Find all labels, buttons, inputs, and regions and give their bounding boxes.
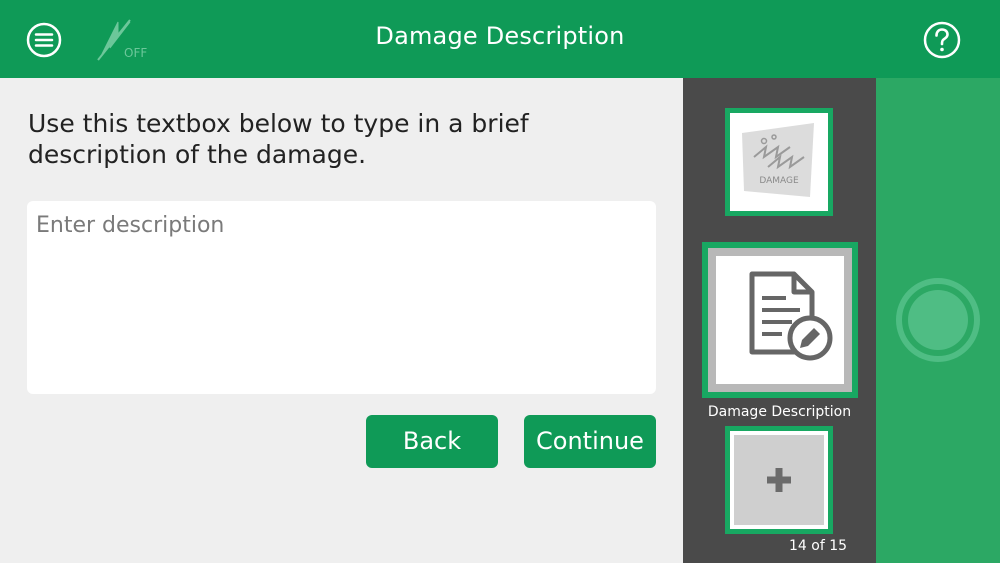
main-panel: Use this textbox below to type in a brie… <box>0 78 683 563</box>
capture-strip <box>876 78 1000 563</box>
description-textbox[interactable] <box>27 201 656 394</box>
page-title: Damage Description <box>375 22 625 50</box>
header-bar: OFF Damage Description <box>0 0 1000 78</box>
shutter-core <box>908 290 968 350</box>
instructions-text: Use this textbox below to type in a brie… <box>28 109 529 169</box>
add-plus-icon <box>734 435 824 525</box>
thumbnail-damage[interactable]: DAMAGE <box>725 108 833 216</box>
shutter-button-icon[interactable] <box>896 278 980 362</box>
thumbnail-strip: DAMAGE Damage Description 14 of 15 <box>683 78 876 563</box>
thumbnail-damage-description[interactable] <box>702 242 858 398</box>
add-thumbnail-button[interactable] <box>725 426 833 534</box>
continue-button[interactable]: Continue <box>524 415 656 468</box>
damage-thumbnail-caption: DAMAGE <box>759 176 799 186</box>
document-edit-icon <box>716 256 844 384</box>
help-question-icon[interactable] <box>923 21 961 59</box>
thumbnail-label: Damage Description <box>707 404 852 420</box>
damage-photo-icon: DAMAGE <box>734 117 824 207</box>
back-button[interactable]: Back <box>366 415 498 468</box>
